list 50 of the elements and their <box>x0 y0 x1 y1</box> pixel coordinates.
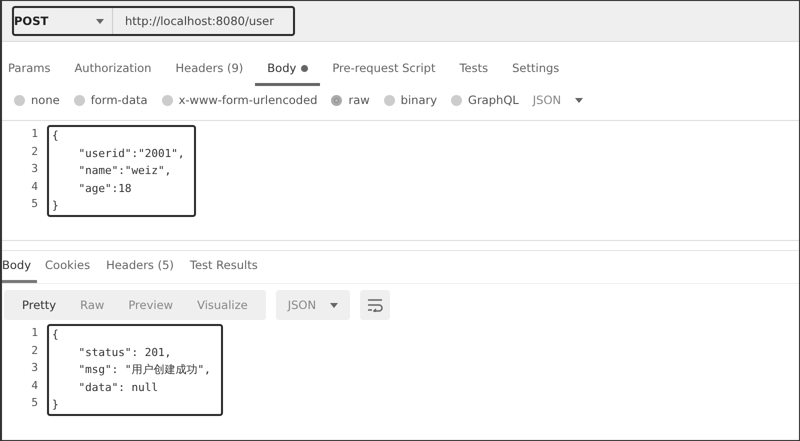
line-number: 5 <box>30 395 38 411</box>
code-line: "msg": "用户创建成功", <box>77 362 211 378</box>
format-dropdown[interactable]: JSON <box>532 93 584 107</box>
line-number: 3 <box>30 161 38 177</box>
response-tab[interactable]: Body <box>2 258 38 283</box>
response-tab[interactable]: Test Results <box>190 258 266 283</box>
url-field[interactable]: http://localhost:8080/user <box>113 6 295 36</box>
request-tab[interactable]: Tests <box>447 61 500 86</box>
code-line: "userid":"2001", <box>77 146 184 162</box>
view-mode-button[interactable]: Pretty <box>10 298 68 312</box>
body-type-option[interactable]: form-data <box>74 93 148 107</box>
code-line: { <box>52 128 60 144</box>
body-type-option[interactable]: x-www-form-urlencoded <box>162 93 318 107</box>
view-mode-button[interactable]: Preview <box>116 298 186 312</box>
code-line: } <box>52 198 60 214</box>
view-mode-button[interactable]: Visualize <box>185 298 260 312</box>
body-type-option[interactable]: none <box>14 93 60 107</box>
format-dropdown[interactable]: JSON <box>276 290 350 320</box>
response-tab[interactable]: Headers (5) <box>106 258 182 283</box>
caret-icon <box>575 98 584 102</box>
line-number: 1 <box>30 126 38 142</box>
body-type-option[interactable]: binary <box>384 93 438 107</box>
response-tab[interactable]: Cookies <box>45 258 98 283</box>
request-tab[interactable]: Pre-request Script <box>320 61 448 86</box>
code-line: { <box>52 327 60 343</box>
line-number: 5 <box>30 196 38 212</box>
request-tab[interactable]: Settings <box>500 61 572 86</box>
caret-icon <box>96 18 104 24</box>
request-tab[interactable]: Headers (9) <box>163 61 256 86</box>
body-type-option[interactable]: GraphQL <box>451 93 519 107</box>
request-tab[interactable]: Authorization <box>62 61 164 86</box>
method-dropdown[interactable]: POST <box>12 6 113 36</box>
wrap-lines-icon[interactable] <box>360 290 390 320</box>
code-line: } <box>52 397 60 413</box>
line-number: 2 <box>30 144 38 160</box>
code-line: "age":18 <box>77 180 132 196</box>
request-editor[interactable]: 1 2 3 4 5 { "userid":"2001", "name":"weiz", "age":18 } <box>2 120 799 241</box>
line-number: 4 <box>30 378 38 394</box>
request-tab[interactable]: Params <box>8 61 62 86</box>
code-line: "name":"weiz", <box>77 163 172 179</box>
body-type-option[interactable]: raw <box>331 93 370 107</box>
code-line: "status": 201, <box>77 344 172 360</box>
line-number: 3 <box>30 360 38 376</box>
line-number: 2 <box>30 342 38 358</box>
view-mode-button[interactable]: Raw <box>68 298 116 312</box>
line-number: 4 <box>30 178 38 194</box>
code-line: "data": null <box>77 380 159 396</box>
caret-icon <box>330 302 338 308</box>
line-number: 1 <box>30 325 38 341</box>
request-tab[interactable]: Body <box>255 61 320 86</box>
